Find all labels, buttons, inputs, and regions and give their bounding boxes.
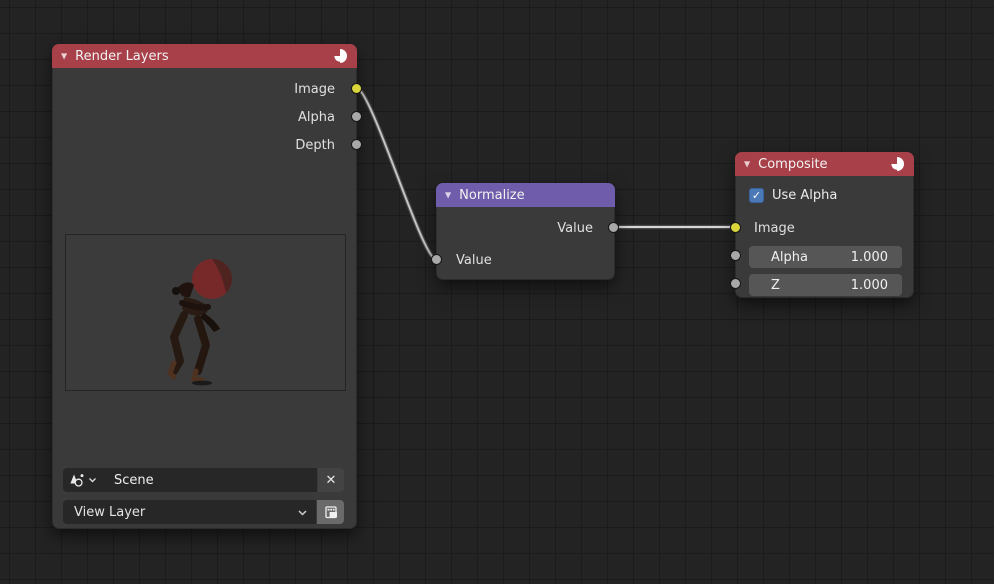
chevron-down-icon: [88, 476, 97, 484]
composite-header[interactable]: ▼ Composite: [735, 152, 914, 176]
use-alpha-row: ✓ Use Alpha: [749, 188, 837, 203]
material-sphere-icon[interactable]: [332, 48, 348, 64]
node-title: Render Layers: [75, 49, 168, 64]
output-label-image: Image: [294, 82, 335, 97]
socket-input-image[interactable]: [730, 222, 741, 233]
node-title: Composite: [758, 157, 827, 172]
output-row-value: Value: [437, 214, 614, 242]
scene-id-button[interactable]: [63, 468, 103, 492]
scene-selector: Scene ✕: [63, 468, 344, 492]
input-label-image: Image: [754, 221, 795, 236]
render-result-icon: [323, 504, 339, 520]
output-label-depth: Depth: [295, 138, 335, 153]
normalize-header[interactable]: ▼ Normalize: [436, 183, 615, 207]
alpha-slider-value: 1.000: [851, 250, 888, 265]
use-alpha-checkbox[interactable]: ✓: [749, 188, 764, 203]
socket-output-depth[interactable]: [351, 139, 362, 150]
z-slider-value: 1.000: [851, 278, 888, 293]
node-render-layers[interactable]: ▼ Render Layers Image Alpha Depth: [52, 44, 357, 529]
output-label-value: Value: [557, 221, 593, 236]
view-layer-dropdown[interactable]: View Layer: [63, 500, 316, 524]
output-row-alpha: Alpha: [53, 103, 356, 131]
alpha-value-slider[interactable]: Alpha 1.000: [749, 246, 902, 268]
render-preview-image: [65, 234, 346, 391]
view-layer-selector: View Layer: [63, 500, 344, 524]
output-label-alpha: Alpha: [298, 110, 335, 125]
scene-icon: [69, 473, 86, 488]
render-layers-button[interactable]: [317, 500, 344, 524]
check-icon: ✓: [752, 190, 761, 201]
collapse-triangle-icon[interactable]: ▼: [445, 192, 451, 200]
render-layers-header[interactable]: ▼ Render Layers: [52, 44, 357, 68]
close-icon: ✕: [326, 473, 337, 488]
collapse-triangle-icon[interactable]: ▼: [61, 53, 67, 61]
alpha-slider-label: Alpha: [771, 250, 808, 265]
node-composite[interactable]: ▼ Composite ✓ Use Alpha Image Alpha 1.00…: [735, 152, 914, 298]
input-label-value: Value: [456, 253, 492, 268]
output-row-image: Image: [53, 75, 356, 103]
node-normalize[interactable]: ▼ Normalize Value Value: [436, 183, 615, 280]
z-slider-label: Z: [771, 278, 780, 293]
use-alpha-label: Use Alpha: [772, 188, 837, 203]
view-layer-value: View Layer: [74, 505, 145, 520]
collapse-triangle-icon[interactable]: ▼: [744, 161, 750, 169]
input-row-image: Image: [736, 214, 913, 242]
link-image-to-normalize[interactable]: [357, 88, 435, 259]
output-row-depth: Depth: [53, 131, 356, 159]
node-title: Normalize: [459, 188, 524, 203]
z-value-slider[interactable]: Z 1.000: [749, 274, 902, 296]
scene-clear-button[interactable]: ✕: [318, 468, 344, 492]
node-editor-canvas[interactable]: ▼ Render Layers Image Alpha Depth: [0, 0, 994, 584]
socket-input-value[interactable]: [431, 254, 442, 265]
chevron-down-icon: [297, 508, 308, 517]
socket-output-image[interactable]: [351, 83, 362, 94]
material-sphere-icon[interactable]: [889, 156, 905, 172]
scene-name-field[interactable]: Scene: [103, 468, 317, 492]
socket-output-alpha[interactable]: [351, 111, 362, 122]
input-row-value: Value: [437, 246, 614, 274]
socket-input-alpha[interactable]: [730, 250, 741, 261]
socket-output-value[interactable]: [608, 222, 619, 233]
socket-input-z[interactable]: [730, 278, 741, 289]
